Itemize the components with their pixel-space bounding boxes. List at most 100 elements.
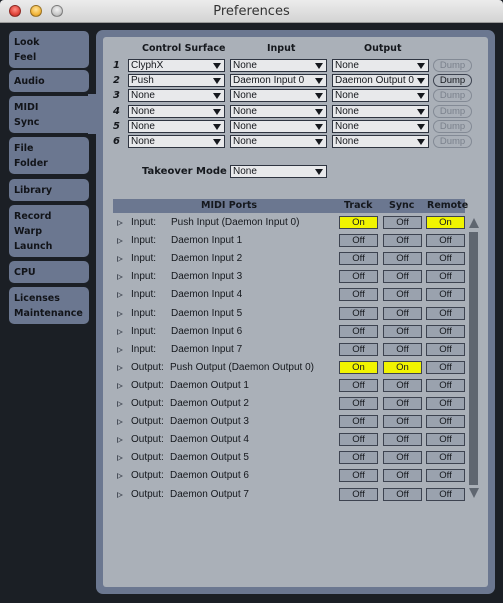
control-surface-select[interactable]: None (128, 135, 225, 148)
track-toggle[interactable]: Off (339, 234, 378, 248)
dump-button[interactable]: Dump (433, 135, 472, 148)
sync-toggle[interactable]: Off (383, 433, 422, 447)
track-toggle[interactable]: On (339, 216, 378, 229)
dump-button[interactable]: Dump (433, 59, 472, 72)
input-select[interactable]: None (230, 59, 327, 72)
control-surface-select[interactable]: None (128, 104, 225, 118)
remote-toggle[interactable]: Off (426, 451, 465, 465)
midi-ports-scrollbar[interactable] (469, 232, 478, 485)
scroll-down-arrow-icon[interactable] (469, 488, 479, 498)
output-select[interactable]: None (332, 89, 429, 103)
track-toggle[interactable]: Off (339, 397, 378, 410)
sidebar-tab-look[interactable]: Look Feel (9, 31, 89, 68)
remote-toggle[interactable]: Off (426, 270, 465, 284)
track-toggle[interactable]: Off (339, 324, 378, 338)
control-surface-select[interactable]: None (128, 119, 225, 133)
control-surface-select[interactable]: Push (128, 74, 225, 88)
output-select[interactable]: Daemon Output 0 (332, 74, 429, 88)
sync-toggle[interactable]: Off (383, 487, 422, 501)
remote-toggle[interactable]: Off (426, 324, 465, 338)
control-surface-select[interactable]: None (128, 89, 225, 103)
output-select[interactable]: None (332, 104, 429, 118)
sync-toggle[interactable]: Off (383, 234, 422, 248)
track-toggle[interactable]: Off (339, 469, 378, 483)
control-surface-select[interactable]: ClyphX (128, 59, 225, 72)
expand-triangle-icon[interactable] (117, 364, 123, 371)
sidebar-tab-audio[interactable]: Audio (9, 70, 89, 92)
sync-toggle[interactable]: Off (383, 288, 422, 302)
remote-toggle[interactable]: Off (426, 469, 465, 483)
track-toggle[interactable]: Off (339, 451, 378, 465)
sync-toggle[interactable]: Off (383, 324, 422, 338)
track-toggle[interactable]: Off (339, 487, 378, 501)
dump-button[interactable]: Dump (433, 89, 472, 103)
expand-triangle-icon[interactable] (117, 220, 123, 226)
expand-triangle-icon[interactable] (117, 292, 123, 299)
track-toggle[interactable]: Off (339, 433, 378, 447)
input-select[interactable]: None (230, 104, 327, 118)
expand-triangle-icon[interactable] (117, 238, 123, 245)
sync-toggle[interactable]: Off (383, 397, 422, 410)
remote-toggle[interactable]: Off (426, 433, 465, 447)
track-toggle[interactable]: Off (339, 342, 378, 356)
remote-toggle[interactable]: Off (426, 415, 465, 429)
expand-triangle-icon[interactable] (117, 437, 123, 444)
remote-toggle[interactable]: Off (426, 288, 465, 302)
sync-toggle[interactable]: Off (383, 306, 422, 320)
sidebar-tab-library[interactable]: Library (9, 179, 89, 201)
expand-triangle-icon[interactable] (117, 473, 123, 480)
sync-toggle[interactable]: Off (383, 378, 422, 392)
sync-toggle[interactable]: Off (383, 342, 422, 356)
remote-toggle[interactable]: Off (426, 306, 465, 320)
output-select-value: None (335, 120, 359, 132)
takeover-mode-select[interactable]: None (230, 165, 327, 178)
sidebar-tab-file[interactable]: File Folder (9, 137, 89, 174)
expand-triangle-icon[interactable] (117, 401, 123, 407)
output-select[interactable]: None (332, 135, 429, 148)
remote-toggle[interactable]: Off (426, 360, 465, 374)
track-toggle[interactable]: Off (339, 306, 378, 320)
expand-triangle-icon[interactable] (117, 419, 123, 426)
sidebar-tab-record[interactable]: Record Warp Launch (9, 205, 89, 257)
sync-toggle[interactable]: Off (383, 216, 422, 229)
sync-toggle[interactable]: Off (383, 469, 422, 483)
track-toggle[interactable]: Off (339, 252, 378, 266)
remote-toggle[interactable]: Off (426, 234, 465, 248)
remote-toggle[interactable]: Off (426, 378, 465, 392)
track-toggle[interactable]: On (339, 360, 378, 374)
expand-triangle-icon[interactable] (117, 455, 123, 462)
remote-toggle[interactable]: Off (426, 397, 465, 410)
input-select[interactable]: Daemon Input 0 (230, 74, 327, 88)
scroll-up-arrow-icon[interactable] (469, 218, 479, 228)
sync-toggle[interactable]: Off (383, 270, 422, 284)
sync-toggle[interactable]: Off (383, 252, 422, 266)
expand-triangle-icon[interactable] (117, 274, 123, 281)
expand-triangle-icon[interactable] (117, 346, 123, 353)
input-select[interactable]: None (230, 135, 327, 148)
dump-button[interactable]: Dump (433, 74, 472, 88)
expand-triangle-icon[interactable] (117, 310, 123, 317)
sidebar-tab-licenses[interactable]: Licenses Maintenance (9, 287, 89, 324)
input-select[interactable]: None (230, 119, 327, 133)
sync-toggle[interactable]: Off (383, 415, 422, 429)
remote-toggle[interactable]: Off (426, 342, 465, 356)
dump-button[interactable]: Dump (433, 119, 472, 133)
sync-toggle[interactable]: Off (383, 451, 422, 465)
expand-triangle-icon[interactable] (117, 328, 123, 335)
remote-toggle[interactable]: On (426, 216, 465, 229)
sidebar-tab-cpu[interactable]: CPU (9, 261, 89, 283)
track-toggle[interactable]: Off (339, 378, 378, 392)
remote-toggle[interactable]: Off (426, 252, 465, 266)
output-select[interactable]: None (332, 119, 429, 133)
sync-toggle[interactable]: On (383, 360, 422, 374)
track-toggle[interactable]: Off (339, 415, 378, 429)
dump-button[interactable]: Dump (433, 104, 472, 118)
output-select[interactable]: None (332, 59, 429, 72)
expand-triangle-icon[interactable] (117, 382, 123, 389)
input-select[interactable]: None (230, 89, 327, 103)
remote-toggle[interactable]: Off (426, 487, 465, 501)
track-toggle[interactable]: Off (339, 288, 378, 302)
expand-triangle-icon[interactable] (117, 491, 123, 498)
expand-triangle-icon[interactable] (117, 256, 123, 263)
track-toggle[interactable]: Off (339, 270, 378, 284)
